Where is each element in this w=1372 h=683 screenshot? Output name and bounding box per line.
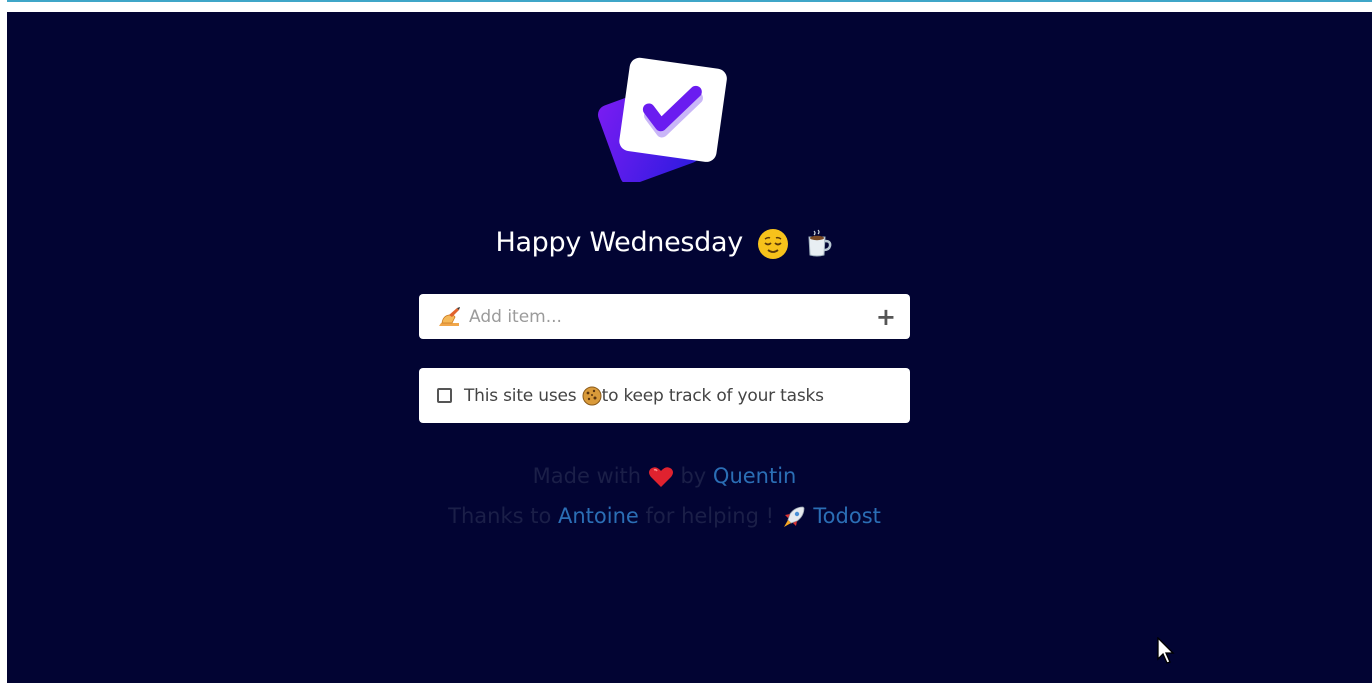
project-link[interactable]: Todost bbox=[813, 504, 880, 528]
task-list-item: This site uses to keep track of your tas… bbox=[419, 368, 910, 423]
greeting-heading: Happy Wednesday bbox=[7, 227, 1322, 260]
task-checkbox[interactable] bbox=[437, 388, 452, 403]
author-link[interactable]: Quentin bbox=[713, 464, 796, 488]
by-text: by bbox=[680, 464, 707, 488]
helper-link[interactable]: Antoine bbox=[558, 504, 639, 528]
add-item-bar: + bbox=[419, 294, 910, 339]
task-text: This site uses to keep track of your tas… bbox=[464, 386, 824, 406]
footer-thanks-line: Thanks to Antoine for helping ! Todost bbox=[7, 504, 1322, 530]
for-helping-text: for helping ! bbox=[645, 504, 775, 528]
add-item-plus-icon[interactable]: + bbox=[876, 305, 896, 329]
relieved-face-icon bbox=[758, 228, 789, 259]
greeting-text: Happy Wednesday bbox=[495, 227, 743, 258]
footer-credits-line: Made with by Quentin bbox=[7, 464, 1322, 488]
made-with-text: Made with bbox=[532, 464, 642, 488]
cookie-icon bbox=[582, 386, 602, 405]
task-text-suffix: to keep track of your tasks bbox=[601, 385, 824, 406]
add-item-input[interactable] bbox=[467, 305, 876, 328]
thanks-to-text: Thanks to bbox=[448, 504, 552, 528]
window-top-border bbox=[0, 0, 1372, 2]
window-left-edge bbox=[0, 0, 7, 683]
app-container: Happy Wednesday + This site uses bbox=[7, 12, 1372, 683]
hot-beverage-icon bbox=[808, 229, 831, 256]
task-text-prefix: This site uses bbox=[464, 385, 577, 406]
mouse-cursor-icon bbox=[1157, 637, 1175, 664]
heart-icon bbox=[648, 467, 673, 487]
writing-hand-icon bbox=[439, 306, 460, 326]
checkmark-logo-icon bbox=[597, 57, 727, 182]
rocket-icon bbox=[783, 506, 805, 527]
